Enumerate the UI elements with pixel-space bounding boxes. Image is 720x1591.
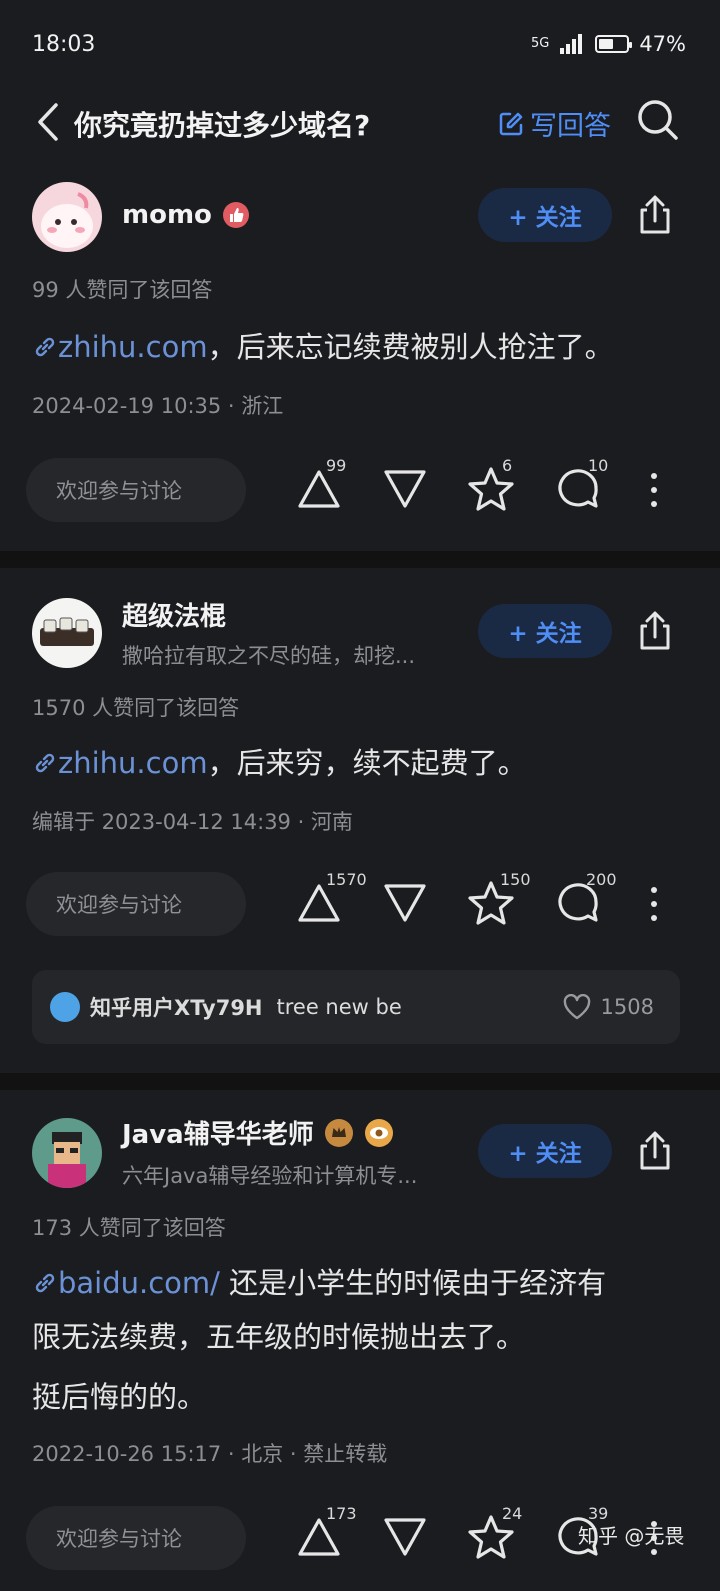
follow-button[interactable]: + 关注 <box>478 1124 612 1178</box>
answer-text: ，后来忘记续费被别人抢注了。 <box>207 330 614 364</box>
search-button[interactable] <box>636 98 680 142</box>
back-button[interactable] <box>28 100 68 144</box>
more-button[interactable] <box>642 468 666 512</box>
downvote-button[interactable] <box>380 878 430 928</box>
upvote-count: 173 <box>326 1504 357 1523</box>
vote-summary: 1570 人赞同了该回答 <box>32 696 240 720</box>
more-vertical-icon <box>651 887 657 921</box>
vote-summary: 99 人赞同了该回答 <box>32 278 213 302</box>
comment-input[interactable]: 欢迎参与讨论 <box>26 1506 246 1570</box>
answer-meta: 2022-10-26 15:17 · 北京 · 禁止转载 <box>32 1442 388 1466</box>
network-indicator: 5G <box>530 36 550 51</box>
answer-text-line-2: 限无法续费，五年级的时候抛出去了。 <box>32 1320 526 1354</box>
downvote-button[interactable] <box>380 1512 430 1562</box>
page: 18:03 5G 47% 你究竟扔掉过多少域名? 写回答 momo + 关注 9… <box>0 0 720 1591</box>
answer-link[interactable]: zhihu.com <box>32 330 208 364</box>
author-bio: 撒哈拉有取之不尽的硅，却挖... <box>122 644 416 668</box>
comment-like[interactable]: 1508 <box>563 994 654 1020</box>
commenter-avatar <box>50 992 80 1022</box>
share-button[interactable] <box>634 194 676 236</box>
follow-button[interactable]: + 关注 <box>478 604 612 658</box>
follow-button[interactable]: + 关注 <box>478 188 612 242</box>
crown-badge-icon <box>324 1118 353 1147</box>
comment-count: 10 <box>588 456 609 475</box>
answer-paragraph: baidu.com/ 还是小学生的时候由于经济有 <box>32 1256 692 1310</box>
share-icon <box>640 195 670 234</box>
comment-like-count: 1508 <box>600 995 654 1019</box>
comment-input[interactable]: 欢迎参与讨论 <box>26 872 246 936</box>
share-button[interactable] <box>634 1130 676 1172</box>
answer-card: momo + 关注 99 人赞同了该回答 zhihu.com，后来忘记续费被别人… <box>0 154 720 551</box>
edit-icon <box>499 112 523 135</box>
answer-meta: 2024-02-19 10:35 · 浙江 <box>32 394 284 418</box>
answer-link[interactable]: zhihu.com <box>32 746 208 780</box>
share-icon <box>640 1131 670 1170</box>
watermark: 知乎 @无畏 <box>578 1524 685 1548</box>
avatar[interactable] <box>32 1118 102 1188</box>
status-icons: 5G 47% <box>531 32 686 56</box>
question-header: 你究竟扔掉过多少域名? 写回答 <box>0 92 720 154</box>
link-icon <box>35 753 55 773</box>
link-icon <box>35 1273 55 1293</box>
answer-card: Java辅导华老师 六年Java辅导经验和计算机专... + 关注 173 人赞… <box>0 1090 720 1591</box>
status-bar: 18:03 5G 47% <box>0 0 720 92</box>
chevron-left-icon <box>38 103 58 141</box>
avatar[interactable] <box>32 182 102 252</box>
author-name: momo <box>122 200 212 230</box>
question-title[interactable]: 你究竟扔掉过多少域名? <box>74 104 370 144</box>
link-text: zhihu.com <box>58 330 208 364</box>
hot-comment[interactable]: 知乎用户XTy79H tree new be 1508 <box>32 970 680 1044</box>
link-text: baidu.com/ <box>58 1266 220 1300</box>
author-name[interactable]: 超级法棍 <box>122 596 226 633</box>
commenter-name: 知乎用户XTy79H <box>90 996 263 1020</box>
avatar-image <box>32 1118 102 1188</box>
thumbs-up-badge-icon <box>222 202 249 228</box>
favorite-count: 150 <box>500 870 531 889</box>
upvote-count: 99 <box>326 456 347 475</box>
comment-count: 200 <box>586 870 617 889</box>
author-name-row[interactable]: Java辅导华老师 <box>122 1114 394 1151</box>
heart-icon <box>563 994 590 1020</box>
comment-input[interactable]: 欢迎参与讨论 <box>26 458 246 522</box>
link-text: zhihu.com <box>58 746 208 780</box>
avatar-image <box>32 598 102 668</box>
author-bio: 六年Java辅导经验和计算机专... <box>122 1164 418 1188</box>
favorite-count: 6 <box>502 456 513 475</box>
signal-icon <box>560 34 583 54</box>
more-button[interactable] <box>642 882 666 926</box>
battery-icon <box>595 35 633 53</box>
answer-link[interactable]: baidu.com/ <box>32 1266 220 1300</box>
author-name: Java辅导华老师 <box>122 1120 314 1150</box>
answer-text-line-3: 挺后悔的的。 <box>32 1380 207 1414</box>
downvote-icon <box>384 470 426 508</box>
answer-content[interactable]: baidu.com/ 还是小学生的时候由于经济有 限无法续费，五年级的时候抛出去… <box>32 1256 692 1424</box>
share-button[interactable] <box>634 610 676 652</box>
answer-card: 超级法棍 撒哈拉有取之不尽的硅，却挖... + 关注 1570 人赞同了该回答 … <box>0 568 720 1073</box>
upvote-count: 1570 <box>326 870 367 889</box>
comment-text: tree new be <box>276 995 402 1019</box>
share-icon <box>640 611 670 650</box>
answer-text: ，后来穷，续不起费了。 <box>207 746 527 780</box>
avatar-image <box>32 182 102 252</box>
battery-level: 47% <box>639 32 686 56</box>
eye-badge-icon <box>364 1118 393 1147</box>
answer-text-line-1: 还是小学生的时候由于经济有 <box>219 1266 607 1300</box>
link-icon <box>35 337 55 357</box>
write-answer-label: 写回答 <box>530 111 611 142</box>
answer-content[interactable]: zhihu.com，后来忘记续费被别人抢注了。 <box>32 320 692 374</box>
more-vertical-icon <box>651 473 657 507</box>
answer-content[interactable]: zhihu.com，后来穷，续不起费了。 <box>32 736 692 790</box>
avatar[interactable] <box>32 598 102 668</box>
vote-summary: 173 人赞同了该回答 <box>32 1216 226 1240</box>
answer-meta: 编辑于 2023-04-12 14:39 · 河南 <box>32 810 353 834</box>
favorite-count: 24 <box>502 1504 523 1523</box>
downvote-icon <box>384 884 426 922</box>
search-icon <box>638 100 678 140</box>
downvote-icon <box>384 1518 426 1556</box>
write-answer-button[interactable]: 写回答 <box>498 104 611 143</box>
status-time: 18:03 <box>32 32 96 57</box>
downvote-button[interactable] <box>380 464 430 514</box>
author-name-row[interactable]: momo <box>122 200 250 230</box>
